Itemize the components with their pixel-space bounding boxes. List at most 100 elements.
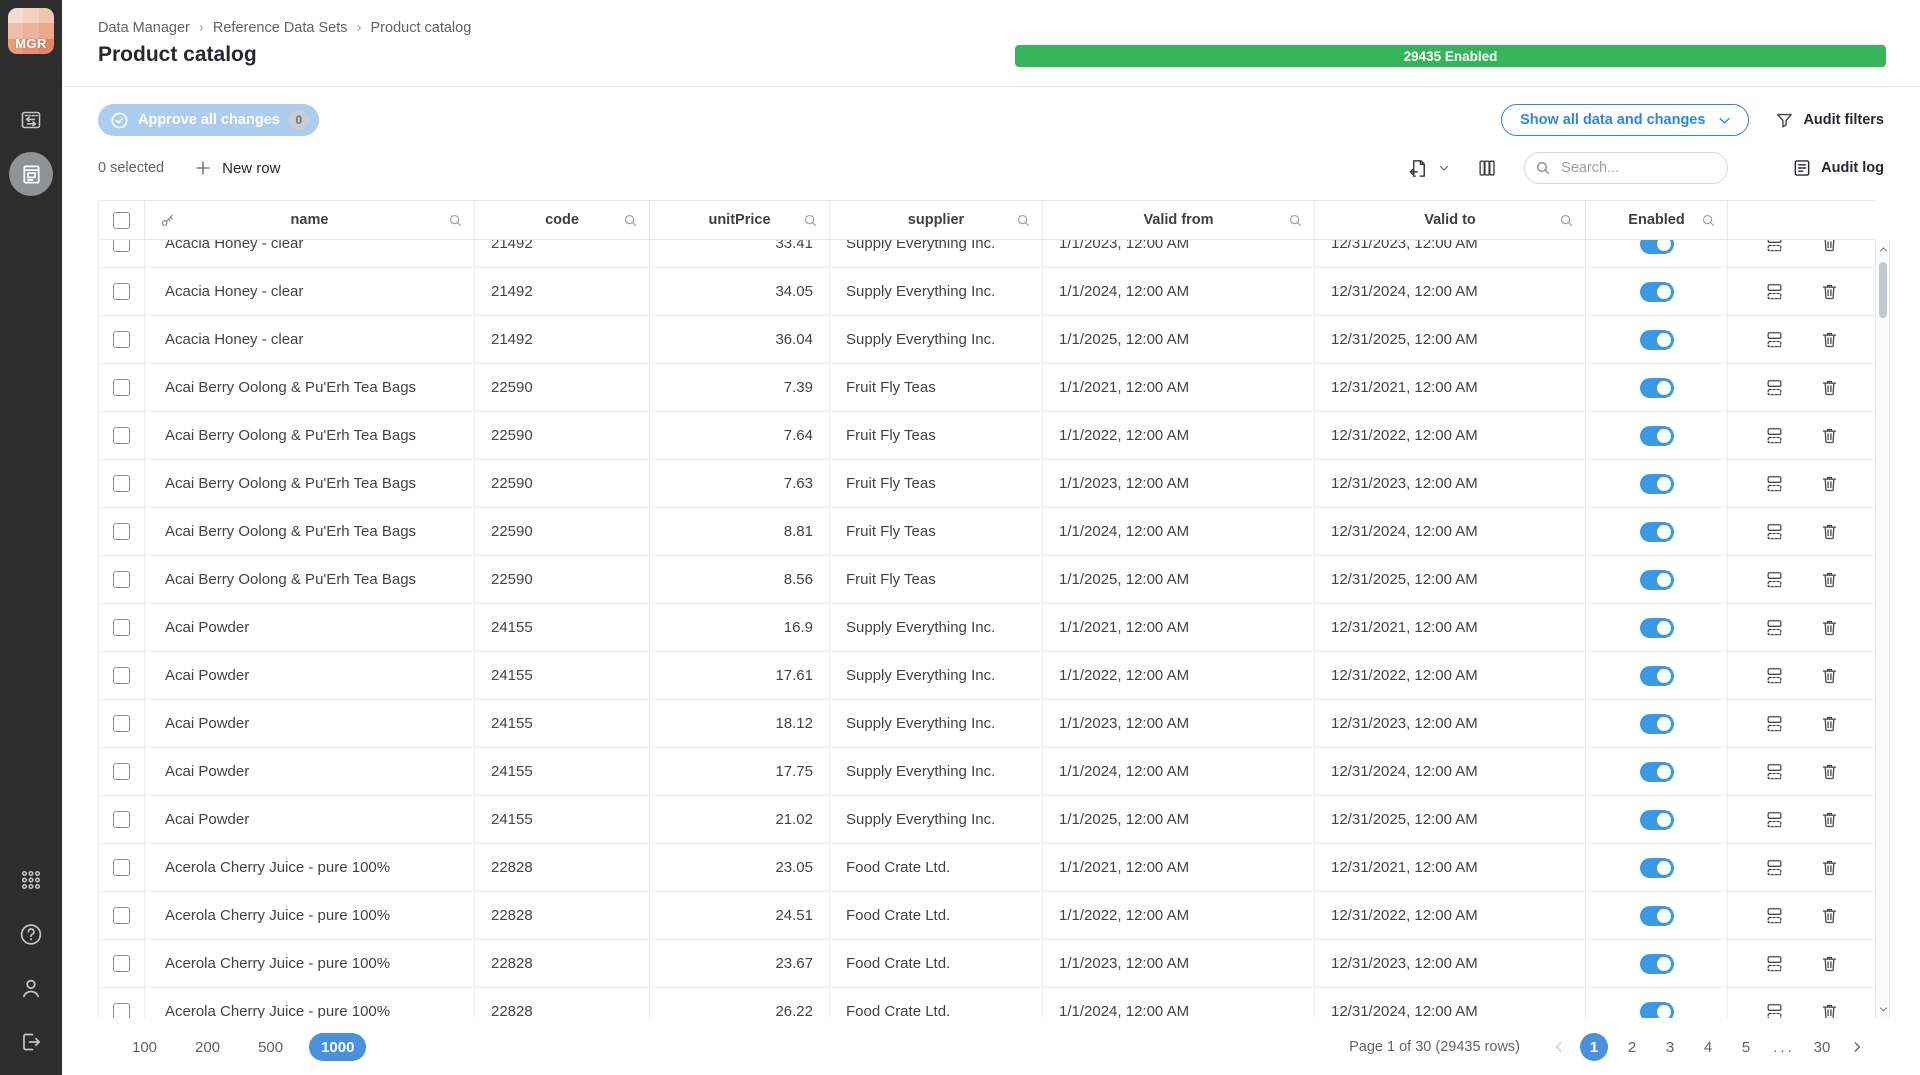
cell-name[interactable]: Acerola Cherry Juice - pure 100% bbox=[145, 892, 475, 939]
enabled-toggle[interactable] bbox=[1640, 906, 1674, 926]
cell-valid-from[interactable]: 1/1/2023, 12:00 AM bbox=[1043, 460, 1315, 507]
breadcrumb-reference-data-sets[interactable]: Reference Data Sets bbox=[213, 20, 348, 36]
cell-valid-to[interactable]: 12/31/2025, 12:00 AM bbox=[1315, 316, 1586, 363]
new-row-button[interactable]: New row bbox=[194, 159, 280, 177]
row-checkbox[interactable] bbox=[113, 475, 130, 492]
cell-code[interactable]: 24155 bbox=[475, 796, 650, 843]
cell-valid-from[interactable]: 1/1/2024, 12:00 AM bbox=[1043, 268, 1315, 315]
column-search-icon[interactable] bbox=[1288, 213, 1303, 228]
cell-code[interactable]: 22828 bbox=[475, 940, 650, 987]
delete-row-icon[interactable] bbox=[1820, 426, 1839, 445]
cell-supplier[interactable]: Supply Everything Inc. bbox=[830, 652, 1043, 699]
cell-valid-from[interactable]: 1/1/2021, 12:00 AM bbox=[1043, 604, 1315, 651]
cell-valid-to[interactable]: 12/31/2023, 12:00 AM bbox=[1315, 460, 1586, 507]
cell-valid-from[interactable]: 1/1/2022, 12:00 AM bbox=[1043, 412, 1315, 459]
delete-row-icon[interactable] bbox=[1820, 522, 1839, 541]
cell-unitPrice[interactable]: 26.22 bbox=[650, 988, 830, 1018]
page-size-100[interactable]: 100 bbox=[120, 1033, 169, 1061]
duplicate-row-icon[interactable] bbox=[1765, 378, 1784, 397]
cell-unitPrice[interactable]: 7.64 bbox=[650, 412, 830, 459]
cell-code[interactable]: 21492 bbox=[475, 316, 650, 363]
cell-valid-from[interactable]: 1/1/2025, 12:00 AM bbox=[1043, 316, 1315, 363]
cell-code[interactable]: 22828 bbox=[475, 844, 650, 891]
column-header-supplier[interactable]: supplier bbox=[830, 201, 1043, 239]
row-checkbox[interactable] bbox=[113, 619, 130, 636]
duplicate-row-icon[interactable] bbox=[1765, 954, 1784, 973]
row-checkbox[interactable] bbox=[113, 571, 130, 588]
row-checkbox[interactable] bbox=[113, 715, 130, 732]
cell-valid-to[interactable]: 12/31/2021, 12:00 AM bbox=[1315, 844, 1586, 891]
cell-code[interactable]: 22590 bbox=[475, 364, 650, 411]
enabled-toggle[interactable] bbox=[1640, 714, 1674, 734]
cell-name[interactable]: Acai Berry Oolong & Pu'Erh Tea Bags bbox=[145, 460, 475, 507]
cell-valid-from[interactable]: 1/1/2023, 12:00 AM bbox=[1043, 940, 1315, 987]
duplicate-row-icon[interactable] bbox=[1765, 906, 1784, 925]
cell-code[interactable]: 24155 bbox=[475, 652, 650, 699]
enabled-toggle[interactable] bbox=[1640, 762, 1674, 782]
cell-valid-from[interactable]: 1/1/2023, 12:00 AM bbox=[1043, 700, 1315, 747]
cell-code[interactable]: 22590 bbox=[475, 412, 650, 459]
cell-code[interactable]: 21492 bbox=[475, 240, 650, 267]
enabled-toggle[interactable] bbox=[1640, 330, 1674, 350]
help-icon[interactable] bbox=[19, 922, 44, 947]
cell-valid-from[interactable]: 1/1/2024, 12:00 AM bbox=[1043, 988, 1315, 1018]
delete-row-icon[interactable] bbox=[1820, 570, 1839, 589]
select-all-checkbox[interactable] bbox=[113, 212, 130, 229]
cell-valid-to[interactable]: 12/31/2022, 12:00 AM bbox=[1315, 412, 1586, 459]
page-3[interactable]: 3 bbox=[1656, 1033, 1684, 1061]
cell-unitPrice[interactable]: 8.81 bbox=[650, 508, 830, 555]
scrollbar-thumb[interactable] bbox=[1879, 262, 1887, 318]
cell-valid-to[interactable]: 12/31/2024, 12:00 AM bbox=[1315, 508, 1586, 555]
cell-valid-to[interactable]: 12/31/2025, 12:00 AM bbox=[1315, 556, 1586, 603]
delete-row-icon[interactable] bbox=[1820, 1002, 1839, 1018]
duplicate-row-icon[interactable] bbox=[1765, 426, 1784, 445]
delete-row-icon[interactable] bbox=[1820, 378, 1839, 397]
cell-unitPrice[interactable]: 17.61 bbox=[650, 652, 830, 699]
cell-unitPrice[interactable]: 24.51 bbox=[650, 892, 830, 939]
cell-unitPrice[interactable]: 23.67 bbox=[650, 940, 830, 987]
cell-supplier[interactable]: Fruit Fly Teas bbox=[830, 412, 1043, 459]
cell-supplier[interactable]: Fruit Fly Teas bbox=[830, 460, 1043, 507]
user-icon[interactable] bbox=[19, 976, 44, 1001]
duplicate-row-icon[interactable] bbox=[1765, 810, 1784, 829]
row-checkbox[interactable] bbox=[113, 955, 130, 972]
next-page-icon[interactable] bbox=[1846, 1040, 1868, 1054]
duplicate-row-icon[interactable] bbox=[1765, 714, 1784, 733]
duplicate-row-icon[interactable] bbox=[1765, 1002, 1784, 1018]
audit-filters-button[interactable]: Audit filters bbox=[1775, 111, 1884, 130]
delete-row-icon[interactable] bbox=[1820, 762, 1839, 781]
cell-code[interactable]: 24155 bbox=[475, 604, 650, 651]
row-checkbox[interactable] bbox=[113, 283, 130, 300]
duplicate-row-icon[interactable] bbox=[1765, 282, 1784, 301]
column-header-code[interactable]: code bbox=[475, 201, 650, 239]
row-checkbox[interactable] bbox=[113, 667, 130, 684]
page-size-1000[interactable]: 1000 bbox=[309, 1033, 366, 1061]
page-size-200[interactable]: 200 bbox=[183, 1033, 232, 1061]
cell-unitPrice[interactable]: 8.56 bbox=[650, 556, 830, 603]
cell-valid-from[interactable]: 1/1/2022, 12:00 AM bbox=[1043, 892, 1315, 939]
enabled-toggle[interactable] bbox=[1640, 666, 1674, 686]
delete-row-icon[interactable] bbox=[1820, 906, 1839, 925]
cell-supplier[interactable]: Supply Everything Inc. bbox=[830, 268, 1043, 315]
cell-unitPrice[interactable]: 17.75 bbox=[650, 748, 830, 795]
row-checkbox[interactable] bbox=[113, 427, 130, 444]
cell-unitPrice[interactable]: 18.12 bbox=[650, 700, 830, 747]
cell-supplier[interactable]: Fruit Fly Teas bbox=[830, 556, 1043, 603]
enabled-toggle[interactable] bbox=[1640, 474, 1674, 494]
cell-unitPrice[interactable]: 7.39 bbox=[650, 364, 830, 411]
enabled-toggle[interactable] bbox=[1640, 426, 1674, 446]
enabled-toggle[interactable] bbox=[1640, 522, 1674, 542]
duplicate-row-icon[interactable] bbox=[1765, 858, 1784, 877]
enabled-toggle[interactable] bbox=[1640, 1002, 1674, 1019]
cell-valid-from[interactable]: 1/1/2024, 12:00 AM bbox=[1043, 508, 1315, 555]
column-search-icon[interactable] bbox=[1701, 213, 1716, 228]
cell-valid-to[interactable]: 12/31/2023, 12:00 AM bbox=[1315, 940, 1586, 987]
delete-row-icon[interactable] bbox=[1820, 954, 1839, 973]
cell-supplier[interactable]: Fruit Fly Teas bbox=[830, 508, 1043, 555]
row-checkbox[interactable] bbox=[113, 379, 130, 396]
duplicate-row-icon[interactable] bbox=[1765, 240, 1784, 253]
delete-row-icon[interactable] bbox=[1820, 858, 1839, 877]
cell-supplier[interactable]: Food Crate Ltd. bbox=[830, 940, 1043, 987]
cell-unitPrice[interactable]: 23.05 bbox=[650, 844, 830, 891]
cell-valid-to[interactable]: 12/31/2024, 12:00 AM bbox=[1315, 988, 1586, 1018]
